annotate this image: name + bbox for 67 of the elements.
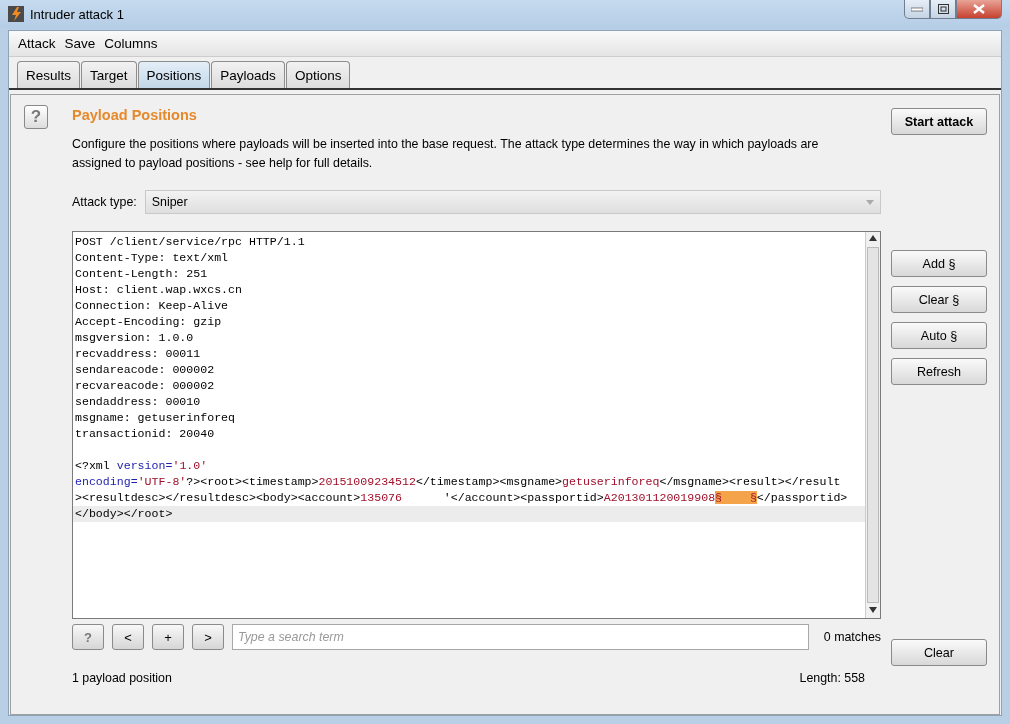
caret-icon: [866, 199, 874, 205]
payload-marker: § §: [715, 491, 757, 504]
clear-marker-button[interactable]: Clear §: [891, 286, 987, 313]
code-text: Host: client.wap.wxcs.cn: [75, 283, 242, 296]
tab[interactable]: Results: [17, 61, 80, 88]
window-title: Intruder attack 1: [30, 6, 125, 22]
search-field[interactable]: Type a search term: [232, 624, 809, 650]
payload-position-count: 1 payload position: [72, 671, 172, 685]
help-button[interactable]: ?: [72, 624, 104, 650]
code-text: msgname: getuserinforeq: [75, 411, 236, 424]
maximize-button[interactable]: [930, 0, 956, 19]
next-button[interactable]: >: [192, 624, 224, 650]
menu-item[interactable]: Columns: [104, 36, 158, 51]
tab[interactable]: Positions: [137, 61, 211, 88]
section-description: Configure the positions where payloads will be inserted into the base request. The attack type determines the way in which payloads are assigned to payload positions - see help for full details.: [72, 136, 820, 172]
tab[interactable]: Payloads: [211, 61, 285, 88]
scrollbar-thumb[interactable]: [867, 247, 879, 603]
add-marker-button[interactable]: Add §: [891, 250, 987, 277]
attribute-value: '1.0': [172, 459, 208, 472]
add-button[interactable]: +: [152, 624, 184, 650]
code-text: </body></root>: [75, 507, 173, 520]
code-text: Connection: Keep-Alive: [75, 299, 229, 312]
code-text: <?xml: [75, 459, 111, 472]
code-text: </passportid>: [756, 491, 848, 504]
tab[interactable]: Options: [285, 61, 351, 88]
attack-type-dropdown[interactable]: Sniper: [144, 190, 881, 214]
code-text: POST /client/service/rpc HTTP/1.1: [75, 235, 305, 248]
menu-item[interactable]: Save: [64, 36, 96, 51]
attribute-value: 20151009234512: [318, 475, 416, 488]
attack-type-label: Attack type:: [72, 195, 137, 209]
help-button[interactable]: ?: [24, 105, 48, 129]
attribute-name: version=: [116, 459, 173, 472]
match-count: 0 matches: [822, 630, 881, 644]
code-text: Content-Type: text/xml: [75, 251, 229, 264]
auto-marker-button[interactable]: Auto §: [891, 322, 987, 349]
code-text: ?><root><timestamp>: [186, 475, 319, 488]
code-text: </msgname><result></result: [659, 475, 841, 488]
request-length: Length: 558: [799, 671, 865, 685]
app-logo-icon: [8, 6, 24, 22]
attribute-value: 135076: [360, 491, 402, 504]
code-text: ><resultdesc></resultdesc><body><account>: [75, 491, 361, 504]
attribute-value: getuserinforeq: [562, 475, 660, 488]
start-attack-button[interactable]: Start attack: [891, 108, 987, 135]
attribute-value: A201301120019908: [603, 491, 716, 504]
minimize-button[interactable]: [904, 0, 930, 19]
attribute-name: encoding=: [75, 475, 138, 488]
attribute-value: 'UTF-8': [137, 475, 187, 488]
menu-item[interactable]: Attack: [18, 36, 56, 51]
tab[interactable]: Target: [81, 61, 137, 88]
code-text: msgversion: 1.0.0: [75, 331, 194, 344]
code-text: Content-Length: 251: [75, 267, 208, 280]
clear-button[interactable]: Clear: [891, 639, 987, 666]
code-text: transactionid: 20040: [75, 427, 215, 440]
code-text: recvaddress: 00011: [75, 347, 201, 360]
minimize-icon: [911, 6, 923, 12]
refresh-button[interactable]: Refresh: [891, 358, 987, 385]
close-icon: [973, 4, 985, 14]
code-text: Accept-Encoding: gzip: [75, 315, 222, 328]
close-button[interactable]: [956, 0, 1002, 19]
code-text: '</account><passportid>: [442, 491, 604, 504]
previous-button[interactable]: <: [112, 624, 144, 650]
code-text: </timestamp><msgname>: [415, 475, 563, 488]
code-text: recvareacode: 000002: [75, 379, 215, 392]
maximize-icon: [937, 4, 949, 14]
code-text: sendareacode: 000002: [75, 363, 215, 376]
section-title: Payload Positions: [72, 107, 198, 123]
code-text: sendaddress: 00010: [75, 395, 201, 408]
